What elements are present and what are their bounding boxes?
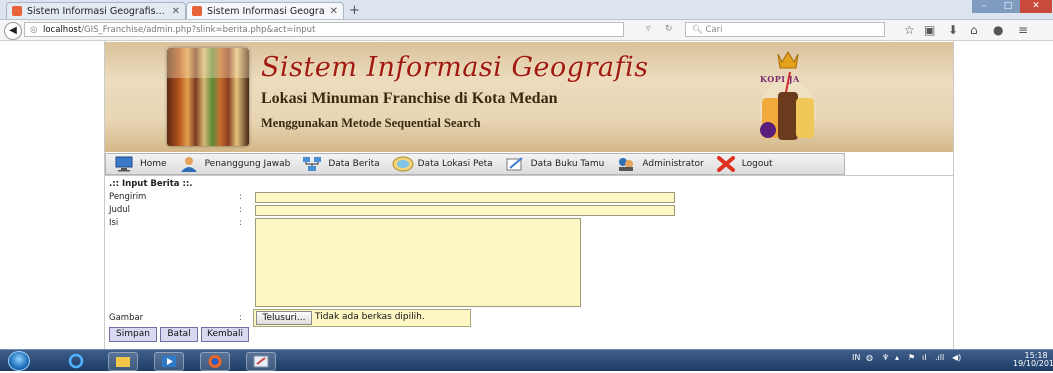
gambar-label: Gambar (109, 313, 144, 323)
search-placeholder: Cari (705, 25, 723, 35)
menu-label: Data Berita (328, 159, 380, 169)
ie-icon[interactable] (62, 352, 90, 369)
star-icon[interactable]: ☆ (904, 23, 915, 37)
clock-date: 19/10/2016 (1013, 359, 1053, 368)
globe-icon: ◎ (30, 25, 38, 35)
menu-item-data-lokasi-peta[interactable]: Data Lokasi Peta (392, 156, 493, 172)
explorer-icon[interactable] (108, 352, 138, 371)
menu-item-penanggung-jawab[interactable]: Penanggung Jawab (179, 156, 291, 172)
map-icon (392, 156, 414, 172)
menu-label: Home (140, 159, 167, 169)
back-icon[interactable]: ◀ (4, 22, 22, 40)
network-tray-icon[interactable]: ♆ (882, 353, 889, 362)
menu-item-home[interactable]: Home (114, 156, 167, 172)
tab-label: Sistem Informasi Geografis... (27, 5, 165, 17)
site-container: Sistem Informasi Geografis Lokasi Minuma… (104, 41, 954, 349)
file-status: Tidak ada berkas dipilih. (315, 312, 425, 322)
tab-close-icon[interactable]: ✕ (330, 6, 338, 17)
flag-icon[interactable]: ⚑ (908, 353, 915, 362)
download-icon[interactable]: ⬇ (948, 23, 958, 37)
menu-item-administrator[interactable]: Administrator (616, 156, 704, 172)
form-title: .:: Input Berita ::. (109, 179, 193, 189)
signal-icon[interactable]: .ıll (935, 353, 944, 362)
monitor-icon (114, 156, 134, 172)
colon: : (239, 218, 242, 228)
menu-label: Penanggung Jawab (204, 159, 291, 169)
browser-tab-2[interactable]: Sistem Informasi Geografis... ✕ (186, 2, 344, 19)
menu-label: Data Lokasi Peta (417, 159, 493, 169)
judul-input[interactable] (255, 205, 675, 216)
system-clock[interactable]: 15:18 19/10/2016 (1013, 352, 1053, 368)
browser-tab-1[interactable]: Sistem Informasi Geografis... ✕ (6, 2, 186, 19)
crown-icon (760, 51, 816, 140)
url-path: /GIS_Franchise/admin.php?slink=berita.ph… (81, 25, 316, 35)
bookmarks-icon[interactable]: ▣ (924, 23, 935, 37)
main-menu: Home Penanggung Jawab Data Berita Data L… (105, 153, 845, 175)
menu-label: Logout (741, 159, 773, 169)
colon: : (239, 205, 242, 215)
browser-nav-bar: ◀ ◎ localhost/GIS_Franchise/admin.php?sli… (0, 20, 1053, 41)
isi-label: Isi (109, 218, 119, 228)
tab-label: Sistem Informasi Geografis... (207, 5, 325, 17)
colon: : (239, 313, 242, 323)
pengirim-label: Pengirim (109, 192, 147, 202)
chat-icon[interactable]: ● (993, 23, 1003, 37)
firefox-icon[interactable] (200, 352, 230, 371)
search-icon: 🔍︎ (692, 25, 703, 35)
pengirim-input[interactable] (255, 192, 675, 203)
show-hidden-icons-icon[interactable]: ▴ (895, 353, 899, 362)
site-favicon-icon (192, 6, 202, 16)
reload-icon[interactable]: ↻ (665, 22, 673, 37)
home-icon[interactable]: ⌂ (970, 23, 978, 37)
drinks-photo (167, 48, 249, 146)
logout-icon (716, 156, 736, 172)
menu-label: Administrator (642, 159, 704, 169)
colon: : (239, 192, 242, 202)
franchise-logo: KOPI JA (748, 48, 828, 146)
dropdown-arrow-icon[interactable]: ▿ (646, 22, 651, 37)
logo-text: KOPI JA (760, 74, 800, 84)
form-area: .:: Input Berita ::. Pengirim : Judul : … (105, 175, 953, 350)
start-button[interactable] (8, 351, 30, 371)
site-subtitle: Lokasi Minuman Franchise di Kota Medan (261, 90, 558, 107)
help-icon[interactable]: ◍ (866, 353, 873, 362)
kembali-button[interactable]: Kembali (201, 327, 249, 342)
admin-icon (616, 156, 636, 172)
paint-icon[interactable] (246, 352, 276, 371)
page-viewport: Sistem Informasi Geografis Lokasi Minuma… (0, 41, 1053, 349)
windows-taskbar: IN ◍ ♆ ▴ ⚑ ıl .ıll ◀) 15:18 19/10/2016 (0, 349, 1053, 371)
media-player-icon[interactable] (154, 352, 184, 371)
site-tagline: Menggunakan Metode Sequential Search (261, 116, 481, 130)
header-banner: Sistem Informasi Geografis Lokasi Minuma… (105, 42, 953, 152)
volume-icon[interactable]: ◀) (952, 353, 961, 362)
user-icon (179, 156, 199, 172)
wifi-icon[interactable]: ıl (922, 353, 926, 362)
network-icon (302, 156, 322, 172)
judul-label: Judul (109, 205, 131, 215)
browser-tab-strip: Sistem Informasi Geografis... ✕ Sistem I… (0, 0, 1053, 20)
tab-close-icon[interactable]: ✕ (172, 6, 180, 17)
site-title: Sistem Informasi Geografis (261, 52, 649, 83)
simpan-button[interactable]: Simpan (109, 327, 157, 342)
guestbook-icon (505, 156, 525, 172)
menu-icon[interactable]: ≡ (1018, 23, 1028, 37)
site-favicon-icon (12, 6, 22, 16)
maximize-button[interactable]: □ (996, 0, 1020, 13)
isi-textarea[interactable] (255, 218, 581, 307)
new-tab-button[interactable]: + (349, 3, 360, 18)
browse-button[interactable]: Telusuri... (256, 311, 312, 325)
language-indicator[interactable]: IN (852, 353, 860, 362)
window-controls: – □ ✕ (972, 0, 1052, 14)
menu-label: Data Buku Tamu (530, 159, 605, 169)
batal-button[interactable]: Batal (160, 327, 198, 342)
close-window-button[interactable]: ✕ (1020, 0, 1052, 13)
minimize-button[interactable]: – (972, 0, 996, 13)
menu-item-logout[interactable]: Logout (716, 156, 773, 172)
menu-item-data-berita[interactable]: Data Berita (302, 156, 380, 172)
address-bar[interactable]: ◎ localhost/GIS_Franchise/admin.php?slink… (24, 22, 624, 37)
menu-item-data-buku-tamu[interactable]: Data Buku Tamu (505, 156, 605, 172)
url-host: localhost (43, 25, 82, 35)
search-input[interactable]: 🔍︎ Cari (685, 22, 885, 37)
